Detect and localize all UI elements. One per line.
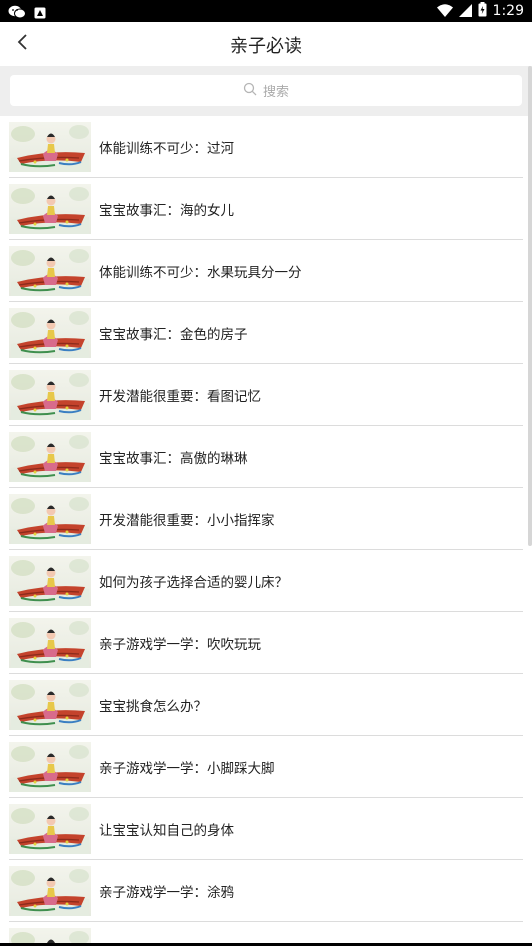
list-item[interactable]: 体能训练不可少：过河	[0, 116, 532, 178]
article-thumbnail	[9, 556, 91, 606]
article-thumbnail	[9, 370, 91, 420]
article-title: 让宝宝认知自己的身体	[99, 823, 234, 839]
signal-icon	[458, 2, 472, 21]
article-thumbnail	[9, 804, 91, 854]
article-list: 体能训练不可少：过河 宝宝故事汇：海的女儿 体能训练不可少：水果玩具分一分 宝宝…	[0, 116, 532, 946]
search-icon	[243, 81, 257, 100]
app-header: 亲子必读	[0, 22, 532, 66]
list-item[interactable]: 如何为孩子选择合适的婴儿床？	[0, 550, 532, 612]
search-bar-container: 搜索	[0, 66, 532, 116]
list-item[interactable]: 宝宝故事汇：海的女儿	[0, 178, 532, 240]
list-item[interactable]: 宝宝故事汇：金色的房子	[0, 302, 532, 364]
list-item[interactable]: 宝宝故事汇：高傲的琳琳	[0, 426, 532, 488]
article-thumbnail	[9, 866, 91, 916]
article-thumbnail	[9, 308, 91, 358]
list-item[interactable]: 体能训练不可少：水果玩具分一分	[0, 240, 532, 302]
article-title: 开发潜能很重要：小小指挥家	[99, 513, 275, 529]
page-title: 亲子必读	[230, 36, 302, 57]
list-item[interactable]: 亲子游戏学一学：小脚踩大脚	[0, 736, 532, 798]
article-title: 亲子游戏学一学：涂鸦	[99, 885, 234, 901]
article-title: 宝宝故事汇：高傲的琳琳	[99, 451, 248, 467]
list-item[interactable]: 亲子游戏学一学：吹吹玩玩	[0, 612, 532, 674]
article-thumbnail	[9, 432, 91, 482]
wechat-icon	[8, 4, 26, 23]
status-bar: 1:29	[0, 0, 532, 22]
article-thumbnail	[9, 494, 91, 544]
article-title: 宝宝故事汇：海的女儿	[99, 203, 234, 219]
search-input[interactable]: 搜索	[10, 75, 522, 106]
article-title: 亲子游戏学一学：吹吹玩玩	[99, 637, 261, 653]
status-time: 1:29	[492, 3, 524, 19]
search-placeholder: 搜索	[262, 85, 289, 100]
article-title: 开发潜能很重要：看图记忆	[99, 389, 261, 405]
list-item[interactable]: 让宝宝认知自己的身体	[0, 798, 532, 860]
list-item[interactable]: 宝宝挑食怎么办？	[0, 674, 532, 736]
article-thumbnail	[9, 122, 91, 172]
notification-icon	[34, 4, 46, 23]
article-thumbnail	[9, 680, 91, 730]
article-thumbnail	[9, 246, 91, 296]
article-thumbnail	[9, 742, 91, 792]
battery-icon	[478, 1, 487, 21]
article-title: 体能训练不可少：过河	[99, 141, 234, 157]
article-title: 宝宝故事汇：金色的房子	[99, 327, 248, 343]
article-thumbnail	[9, 184, 91, 234]
list-item[interactable]: 亲子游戏学一学：涂鸦	[0, 860, 532, 922]
article-title: 亲子游戏学一学：小脚踩大脚	[99, 761, 275, 777]
article-title: 宝宝挑食怎么办？	[99, 699, 207, 715]
article-thumbnail	[9, 618, 91, 668]
article-title: 体能训练不可少：水果玩具分一分	[99, 265, 302, 281]
list-item[interactable]: 开发潜能很重要：小小指挥家	[0, 488, 532, 550]
list-item[interactable]: 开发潜能很重要：看图记忆	[0, 364, 532, 426]
article-title: 如何为孩子选择合适的婴儿床？	[99, 575, 288, 591]
wifi-icon	[436, 2, 453, 21]
